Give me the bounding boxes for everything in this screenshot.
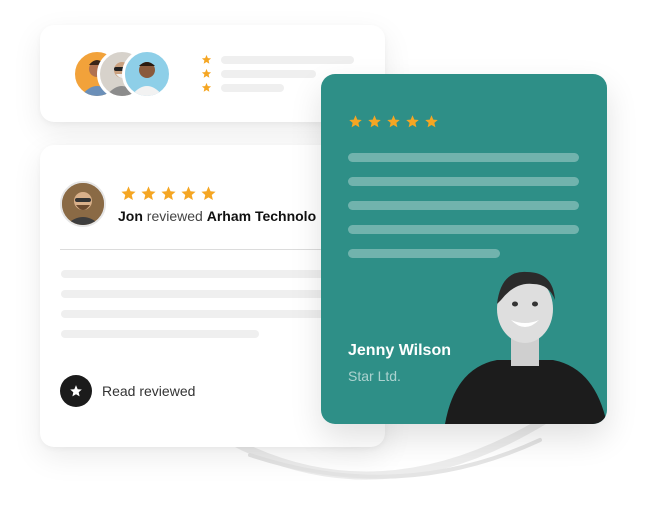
placeholder-line	[348, 249, 500, 258]
read-reviewed-button[interactable]: Read reviewed	[60, 375, 195, 407]
star-icon	[201, 54, 212, 64]
star-icon	[201, 68, 212, 78]
person-name: Jenny Wilson	[348, 342, 451, 359]
reviewer-name: Jon	[118, 208, 143, 224]
testimonial-card: Jenny Wilson Star Ltd.	[321, 74, 607, 424]
star-icon	[141, 186, 156, 201]
star-icon	[425, 115, 438, 128]
review-action: reviewed	[146, 208, 203, 224]
read-reviewed-label: Read reviewed	[102, 383, 196, 399]
star-icon	[121, 186, 136, 201]
placeholder-line	[221, 56, 354, 64]
placeholder-line	[61, 270, 361, 278]
placeholder-line	[348, 225, 579, 234]
placeholder-line	[61, 310, 361, 318]
placeholder-line	[221, 70, 316, 78]
reviewer-avatar-icon	[60, 181, 106, 227]
star-icon	[349, 115, 362, 128]
testimonial-rating	[348, 114, 443, 129]
star-icon	[201, 186, 216, 201]
placeholder-line	[348, 177, 579, 186]
person-company: Star Ltd.	[348, 368, 401, 384]
person-photo-icon	[445, 271, 607, 424]
review-headline: Jon reviewed Arham Technolo	[118, 208, 316, 224]
avatar-3-icon	[122, 49, 172, 99]
placeholder-line	[61, 290, 361, 298]
placeholder-line	[348, 201, 579, 210]
star-icon	[406, 115, 419, 128]
placeholder-line	[348, 153, 579, 162]
star-icon	[161, 186, 176, 201]
star-icon	[201, 82, 212, 92]
review-rating	[120, 185, 220, 202]
star-icon	[387, 115, 400, 128]
star-icon	[181, 186, 196, 201]
placeholder-line	[61, 330, 259, 338]
placeholder-line	[221, 84, 284, 92]
star-badge-icon	[60, 375, 92, 407]
reviewed-company: Arham Technolo	[206, 208, 317, 224]
star-icon	[368, 115, 381, 128]
